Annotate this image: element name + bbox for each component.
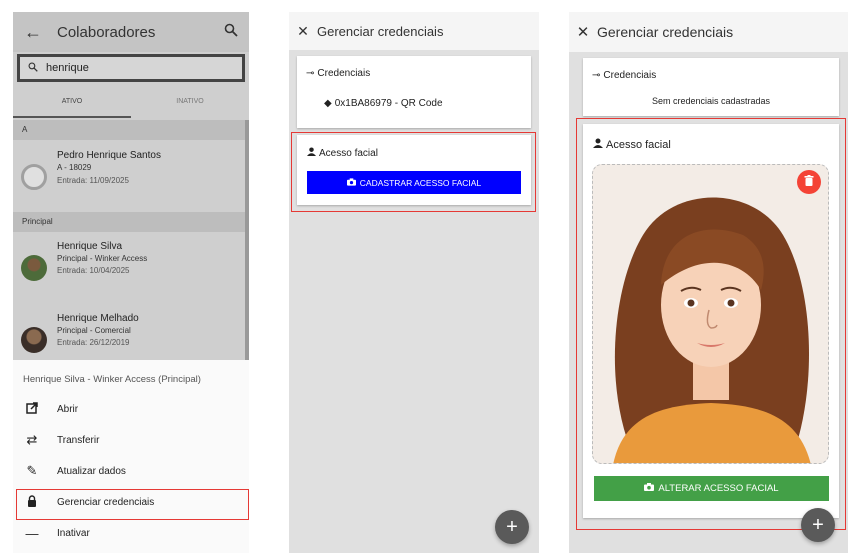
person-date: Entrada: 26/12/2019 [57, 338, 130, 347]
card-title: ⊸ Credenciais [306, 68, 370, 79]
person-name: Henrique Melhado [57, 313, 139, 324]
section-header-a: A [13, 120, 249, 140]
arrow-left-icon[interactable]: ← [13, 22, 53, 43]
highlight-box [16, 489, 249, 520]
empty-credentials-text: Sem credenciais cadastradas [651, 96, 771, 106]
menu-item-atualizar[interactable]: ✎ Atualizar dados [13, 456, 249, 486]
list-item[interactable]: Pedro Henrique Santos A - 18029 Entrada:… [13, 140, 249, 210]
person-name: Pedro Henrique Santos [57, 150, 161, 161]
card-title-label: Credenciais [317, 68, 371, 79]
person-date: Entrada: 11/09/2025 [57, 176, 129, 185]
list-item[interactable]: Henrique Silva Principal - Winker Access… [13, 232, 249, 302]
highlight-box [291, 132, 536, 212]
panel-colaboradores: ← Colaboradores henrique ATIVO INATIVO A… [13, 12, 249, 553]
search-icon [20, 59, 46, 77]
open-in-new-icon [13, 401, 51, 417]
person-date: Entrada: 10/04/2025 [57, 266, 130, 275]
actions-sheet: Henrique Silva - Winker Access (Principa… [13, 360, 249, 553]
minus-icon: — [25, 525, 39, 541]
avatar [21, 164, 47, 190]
list-area: ← Colaboradores henrique ATIVO INATIVO A… [13, 12, 249, 360]
menu-item-label: Transferir [57, 434, 100, 446]
menu-item-transferir[interactable]: ⇄ Transferir [13, 425, 249, 455]
close-icon[interactable]: ✕ [569, 23, 597, 41]
scrollbar[interactable] [245, 120, 249, 360]
key-icon: ⊸ [592, 70, 601, 81]
card-title: ⊸ Credenciais [592, 70, 656, 81]
add-fab-button[interactable]: + [495, 510, 529, 544]
menu-item-label: Abrir [57, 403, 79, 415]
avatar [21, 327, 47, 353]
page-title: Gerenciar credenciais [317, 23, 444, 39]
search-input[interactable]: henrique [17, 54, 245, 82]
swap-icon: ⇄ [26, 432, 38, 447]
person-unit: A - 18029 [57, 163, 92, 172]
menu-item-inativar[interactable]: — Inativar [13, 518, 249, 548]
app-header: ← Colaboradores [13, 12, 249, 52]
add-fab-button[interactable]: + [801, 508, 835, 542]
key-icon: ⊸ [306, 68, 315, 79]
highlight-box [576, 118, 846, 530]
tab-ativo[interactable]: ATIVO [13, 88, 131, 118]
sheet-title: Henrique Silva - Winker Access (Principa… [23, 374, 201, 385]
credential-item[interactable]: ◆ 0x1BA86979 - QR Code [324, 98, 443, 109]
credentials-card: ⊸ Credenciais Sem credenciais cadastrada… [583, 58, 839, 116]
card-title-label: Credenciais [603, 70, 657, 81]
status-tabs: ATIVO INATIVO [13, 88, 249, 118]
close-icon[interactable]: ✕ [289, 23, 317, 40]
pencil-icon: ✎ [26, 463, 38, 478]
search-icon[interactable] [213, 23, 249, 42]
tab-inativo[interactable]: INATIVO [131, 88, 249, 118]
app-header: ✕ Gerenciar credenciais [569, 12, 848, 52]
panel-gerenciar-credenciais-with-face: ✕ Gerenciar credenciais ⊸ Credenciais Se… [569, 12, 848, 553]
person-unit: Principal - Comercial [57, 326, 131, 335]
person-unit: Principal - Winker Access [57, 254, 148, 263]
menu-item-label: Inativar [57, 527, 90, 539]
tag-icon: ◆ [324, 98, 332, 109]
page-title: Gerenciar credenciais [597, 24, 734, 40]
person-name: Henrique Silva [57, 241, 123, 252]
page-title: Colaboradores [57, 23, 156, 41]
list-item[interactable]: Henrique Melhado Principal - Comercial E… [13, 302, 249, 360]
credentials-card: ⊸ Credenciais ◆ 0x1BA86979 - QR Code [297, 56, 531, 128]
menu-item-abrir[interactable]: Abrir [13, 394, 249, 424]
app-header: ✕ Gerenciar credenciais [289, 12, 539, 50]
avatar [21, 255, 47, 281]
search-value: henrique [46, 62, 89, 74]
panel-gerenciar-credenciais-empty: ✕ Gerenciar credenciais ⊸ Credenciais ◆ … [289, 12, 539, 553]
menu-item-label: Atualizar dados [57, 465, 126, 477]
section-header-principal: Principal [13, 212, 249, 232]
credential-label: 0x1BA86979 - QR Code [334, 98, 443, 109]
